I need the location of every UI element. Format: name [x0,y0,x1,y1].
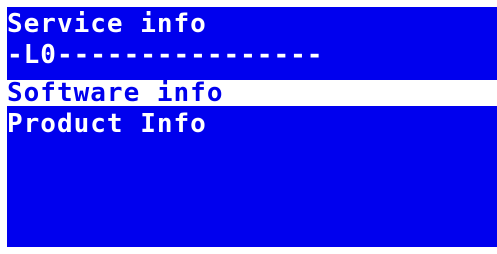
menu-item-software-info[interactable]: Software info [7,80,497,106]
menu-item-product-info[interactable]: Product Info [7,111,497,137]
screen-title: Service info [7,11,207,37]
level-separator: -L0---------------- [7,42,324,68]
lcd-screen: Service info -L0---------------- Softwar… [7,7,497,247]
display-frame: Service info -L0---------------- Softwar… [0,0,497,254]
